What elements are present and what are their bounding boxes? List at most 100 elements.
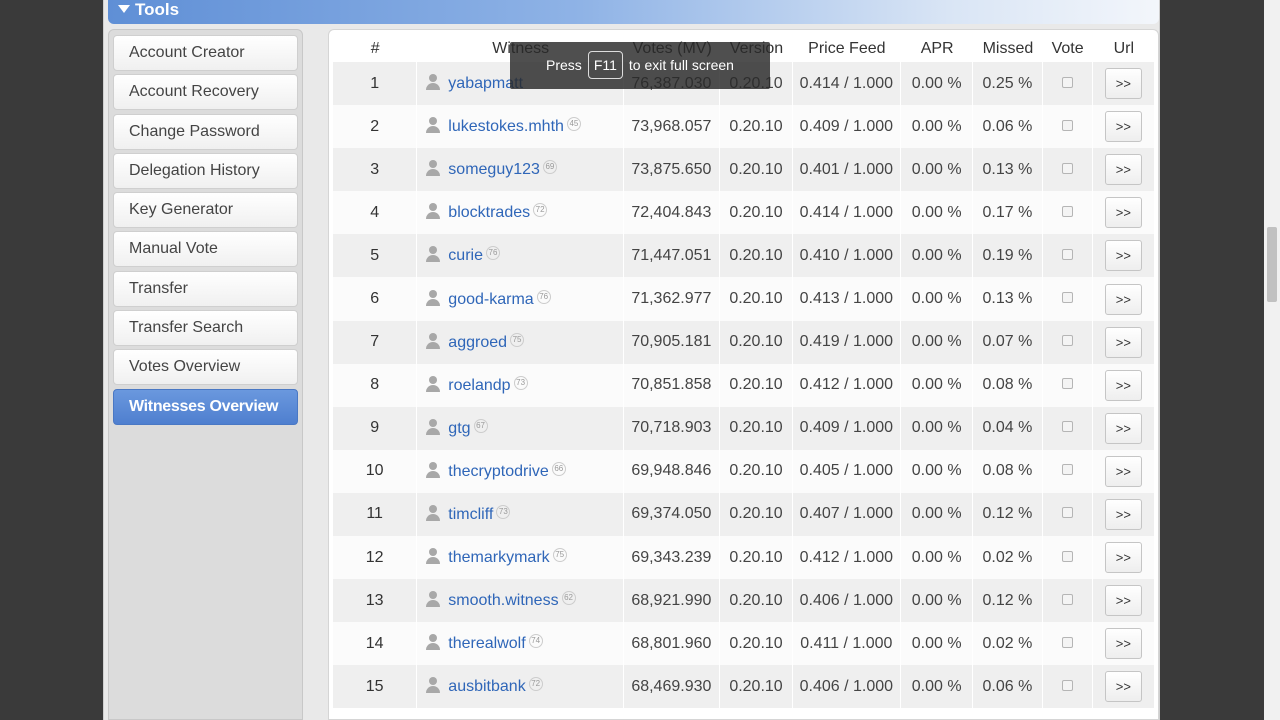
sidebar-item-account-recovery[interactable]: Account Recovery (113, 74, 298, 111)
witness-link[interactable]: ausbitbank (448, 678, 525, 695)
tools-header[interactable]: Tools (108, 0, 1159, 24)
price-feed-cell: 0.411 / 1.000 (792, 622, 902, 666)
witness-link[interactable]: someguy123 (448, 161, 540, 178)
url-button[interactable]: >> (1104, 326, 1142, 358)
version-cell: 0.20.10 (720, 622, 793, 666)
url-button[interactable]: >> (1104, 154, 1142, 186)
price-feed-cell: 0.409 / 1.000 (792, 406, 902, 450)
vote-checkbox[interactable] (1061, 248, 1073, 260)
witness-link[interactable]: smooth.witness (448, 592, 558, 609)
sidebar-item-change-password[interactable]: Change Password (113, 113, 298, 150)
reputation-badge: 45 (566, 117, 581, 132)
url-button[interactable]: >> (1104, 197, 1142, 229)
missed-cell: 0.13 % (973, 277, 1043, 321)
column-header-missed[interactable]: Missed (973, 36, 1043, 62)
vote-cell (1042, 665, 1093, 709)
table-row: 14 therealwolf 74 68,801.960 0.20.10 0.411 / … (333, 622, 1155, 666)
column-header-price-feed[interactable]: Price Feed (792, 36, 902, 62)
witness-link[interactable]: lukestokes.mhth (448, 118, 564, 135)
witness-link[interactable]: therealwolf (448, 635, 525, 652)
version-cell: 0.20.10 (720, 277, 793, 321)
witness-link[interactable]: thecryptodrive (448, 463, 549, 480)
version-cell: 0.20.10 (720, 536, 793, 580)
url-button[interactable]: >> (1104, 455, 1142, 487)
vote-checkbox[interactable] (1061, 507, 1073, 519)
witness-link[interactable]: blocktrades (448, 204, 530, 221)
price-feed-cell: 0.406 / 1.000 (792, 579, 902, 623)
url-cell: >> (1092, 191, 1155, 235)
witness-cell: curie 76 (417, 234, 625, 278)
column-header-apr[interactable]: APR (901, 36, 974, 62)
reputation-badge: 74 (528, 634, 543, 649)
rank-cell: 5 (333, 234, 418, 278)
fullscreen-toast: Press F11 to exit full screen (510, 42, 770, 89)
url-button[interactable]: >> (1104, 671, 1142, 703)
vote-cell (1042, 536, 1093, 580)
vote-checkbox[interactable] (1061, 421, 1073, 433)
column-header-rank[interactable]: # (333, 36, 418, 62)
url-button[interactable]: >> (1104, 585, 1142, 617)
witness-link[interactable]: roelandp (448, 377, 510, 394)
url-button[interactable]: >> (1104, 111, 1142, 143)
vote-checkbox[interactable] (1061, 119, 1073, 131)
url-cell: >> (1092, 105, 1155, 149)
url-button[interactable]: >> (1104, 628, 1142, 660)
table-row: 8 roelandp 73 70,851.858 0.20.10 0.412 / 1.00… (333, 363, 1155, 407)
vote-checkbox[interactable] (1061, 679, 1073, 691)
vote-checkbox[interactable] (1061, 550, 1073, 562)
url-button[interactable]: >> (1104, 283, 1142, 315)
vote-checkbox[interactable] (1061, 292, 1073, 304)
column-header-url[interactable]: Url (1092, 36, 1155, 62)
reputation-badge: 76 (485, 246, 500, 261)
missed-cell: 0.02 % (973, 622, 1043, 666)
vote-checkbox[interactable] (1061, 162, 1073, 174)
url-cell: >> (1092, 62, 1155, 106)
url-button[interactable]: >> (1104, 542, 1142, 574)
sidebar-item-votes-overview[interactable]: Votes Overview (113, 349, 298, 386)
rank-cell: 7 (333, 320, 418, 364)
version-cell: 0.20.10 (720, 148, 793, 192)
missed-cell: 0.25 % (973, 62, 1043, 106)
votes-cell: 72,404.843 (624, 191, 721, 235)
sidebar-item-transfer-search[interactable]: Transfer Search (113, 310, 298, 347)
votes-cell: 71,362.977 (624, 277, 721, 321)
url-button[interactable]: >> (1104, 68, 1142, 100)
sidebar-item-key-generator[interactable]: Key Generator (113, 192, 298, 229)
url-button[interactable]: >> (1104, 240, 1142, 272)
version-cell: 0.20.10 (720, 579, 793, 623)
url-button[interactable]: >> (1104, 498, 1142, 530)
witness-cell: someguy123 69 (417, 148, 625, 192)
vote-checkbox[interactable] (1061, 593, 1073, 605)
witness-link[interactable]: curie (448, 247, 483, 264)
witness-link[interactable]: gtg (448, 420, 470, 437)
witness-link[interactable]: timcliff (448, 506, 493, 523)
url-button[interactable]: >> (1104, 369, 1142, 401)
sidebar-item-manual-vote[interactable]: Manual Vote (113, 231, 298, 268)
sidebar-item-witnesses-overview[interactable]: Witnesses Overview (113, 388, 298, 425)
url-cell: >> (1092, 536, 1155, 580)
version-cell: 0.20.10 (720, 320, 793, 364)
vote-checkbox[interactable] (1061, 76, 1073, 88)
url-button[interactable]: >> (1104, 412, 1142, 444)
user-icon (425, 117, 441, 134)
scrollbar-thumb[interactable] (1267, 227, 1277, 302)
vote-checkbox[interactable] (1061, 636, 1073, 648)
vote-checkbox[interactable] (1061, 378, 1073, 390)
user-icon (425, 289, 441, 306)
witness-link[interactable]: aggroed (448, 334, 507, 351)
page-scrollbar[interactable] (1264, 0, 1280, 720)
reputation-badge: 72 (528, 677, 543, 692)
vote-cell (1042, 363, 1093, 407)
missed-cell: 0.08 % (973, 449, 1043, 493)
user-icon (425, 332, 441, 349)
sidebar-item-delegation-history[interactable]: Delegation History (113, 152, 298, 189)
witness-link[interactable]: themarkymark (448, 549, 549, 566)
witness-link[interactable]: good-karma (448, 291, 533, 308)
sidebar-item-transfer[interactable]: Transfer (113, 270, 298, 307)
column-header-vote[interactable]: Vote (1042, 36, 1093, 62)
vote-checkbox[interactable] (1061, 335, 1073, 347)
vote-checkbox[interactable] (1061, 205, 1073, 217)
vote-checkbox[interactable] (1061, 464, 1073, 476)
sidebar-item-account-creator[interactable]: Account Creator (113, 35, 298, 71)
user-icon (425, 634, 441, 651)
